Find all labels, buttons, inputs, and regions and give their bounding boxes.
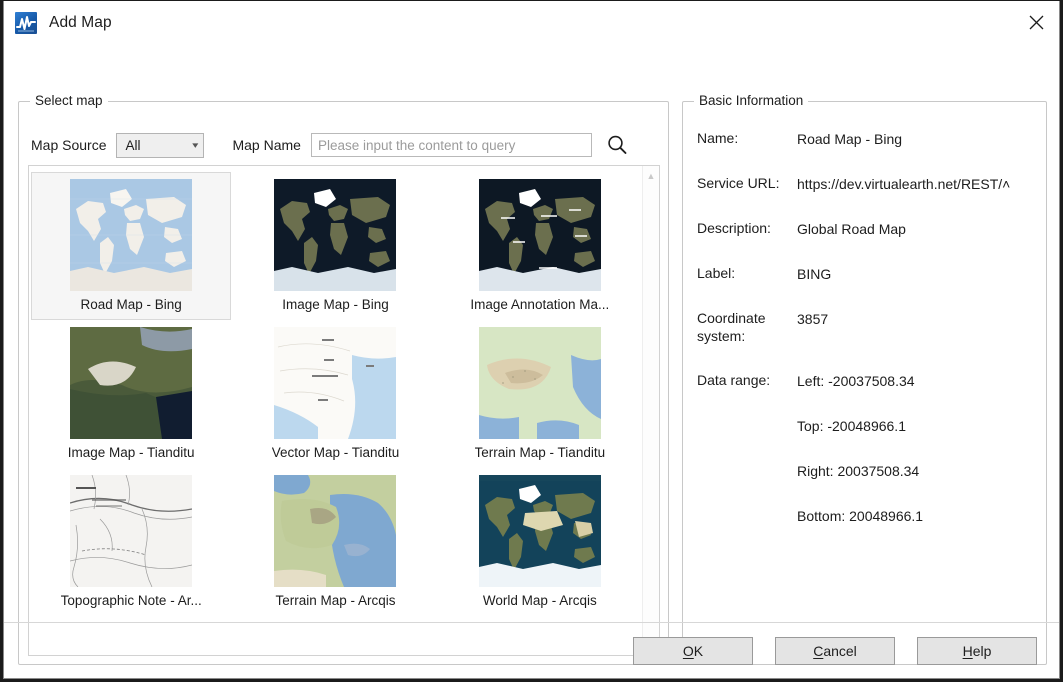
info-row-value: Bottom: 20048966.1 [797, 507, 924, 524]
map-item-label: Image Map - Bing [282, 297, 389, 312]
info-row: Description: Global Road Map [697, 220, 1040, 239]
basic-information-group-title: Basic Information [694, 93, 809, 108]
map-list: Road Map - Bing Image Map - Bing Image A… [28, 165, 660, 656]
map-item-label: World Map - Arcqis [482, 593, 597, 608]
map-item-label: Image Map - Tianditu [67, 445, 195, 460]
info-row: Right: 20037508.34 [697, 462, 1040, 481]
info-row: Name: Road Map - Bing [697, 130, 1040, 149]
basic-information-group: Basic Information Name: Road Map - Bing Se… [682, 93, 1047, 665]
ok-accel: O [682, 642, 694, 659]
waveform-app-icon [15, 12, 37, 34]
info-row-value: Right: 20037508.34 [797, 462, 920, 479]
map-thumbnail [478, 475, 601, 587]
map-thumbnail [70, 179, 193, 291]
map-thumbnail [274, 475, 397, 587]
map-item-label: Topographic Note - Ar... [60, 593, 202, 608]
map-item[interactable]: Road Map - Bing [31, 172, 232, 320]
map-list-scrollbar[interactable]: ▲ ▼ [642, 166, 659, 655]
map-item-label: Road Map - Bing [80, 297, 182, 312]
info-row-key: Description: [697, 220, 771, 236]
info-row: Service URL: https://dev.virtualearth.net… [697, 175, 1040, 194]
map-thumbnail [274, 327, 397, 439]
close-icon[interactable] [1013, 1, 1059, 44]
map-item[interactable]: Terrain Map - Arcqis [235, 468, 435, 616]
basic-information-list: Name: Road Map - Bing Service URL: https://… [683, 130, 1046, 552]
info-row: Label: BING [697, 265, 1040, 284]
scrollbar-track[interactable] [643, 183, 659, 638]
map-name-search-input[interactable] [310, 133, 592, 157]
map-item[interactable]: World Map - Arcqis [440, 468, 640, 616]
info-row: Data range: Left: -20037508.34 [697, 372, 1040, 391]
map-item[interactable]: Topographic Note - Ar... [31, 468, 231, 616]
map-source-select[interactable]: All ▾ [116, 132, 205, 158]
info-row-key: Coordinate system: [697, 310, 766, 344]
select-map-group-title: Select map [30, 93, 108, 108]
map-thumbnail-grid: Road Map - Bing Image Map - Bing Image A… [29, 166, 642, 655]
map-source-label: Map Source [31, 137, 107, 153]
title-bar: Add Map [4, 1, 1059, 45]
info-row: Coordinate system: 3857 [697, 310, 1040, 346]
info-row-value: BING [797, 266, 832, 282]
window-title: Add Map [49, 14, 112, 31]
info-row-key: Name: [697, 130, 739, 146]
map-item-label: Terrain Map - Arcqis [275, 593, 396, 608]
map-item[interactable]: Image Annotation Ma... [440, 172, 640, 320]
info-row-value: Global Road Map [797, 221, 906, 237]
info-row-key: Label: [697, 265, 736, 281]
map-item[interactable]: Image Map - Tianditu [31, 320, 231, 468]
map-thumbnail [70, 475, 193, 587]
info-row-key: Service URL: [697, 175, 780, 191]
ok-button[interactable]: OK [633, 636, 753, 665]
map-source-value: All [125, 137, 141, 153]
map-item-label: Vector Map - Tianditu [271, 445, 400, 460]
info-row-key: Data range: [697, 371, 771, 388]
info-row: Bottom: 20048966.1 [697, 507, 1040, 526]
add-map-dialog: Add Map Select map Map Source All ▾ Map … [3, 1, 1060, 679]
cancel-suffix: ancel [823, 642, 857, 659]
info-row-value: 3857 [797, 311, 829, 327]
map-thumbnail [70, 327, 193, 439]
help-button[interactable]: Help [917, 636, 1037, 665]
cancel-button[interactable]: Cancel [775, 636, 895, 665]
map-filter-row: Map Source All ▾ Map Name [19, 128, 668, 162]
map-thumbnail [274, 179, 397, 291]
ok-suffix: K [693, 642, 704, 659]
dialog-footer: OK Cancel Help [4, 622, 1059, 678]
select-map-group: Select map Map Source All ▾ Map Name Ple… [18, 93, 669, 665]
info-row-value: https://dev.virtualearth.net/REST/˄ [797, 176, 1011, 192]
search-icon[interactable] [604, 132, 630, 158]
map-item[interactable]: Image Map - Bing [235, 172, 435, 320]
map-thumbnail [478, 327, 601, 439]
chevron-down-icon: ▾ [192, 139, 199, 150]
map-item-label: Terrain Map - Tianditu [474, 445, 606, 460]
info-row-value: Top: -20048966.1 [797, 417, 906, 434]
map-item[interactable]: Vector Map - Tianditu [235, 320, 435, 468]
dialog-body: Select map Map Source All ▾ Map Name Ple… [4, 45, 1059, 678]
map-item-label: Image Annotation Ma... [470, 297, 610, 312]
map-name-label: Map Name [232, 137, 301, 153]
map-item[interactable]: Terrain Map - Tianditu [440, 320, 640, 468]
info-row-value: Road Map - Bing [797, 131, 903, 147]
help-suffix: elp [972, 642, 992, 659]
cancel-accel: C [813, 642, 824, 659]
info-row: Top: -20048966.1 [697, 417, 1040, 436]
map-thumbnail [478, 179, 601, 291]
help-accel: H [962, 642, 973, 659]
info-row-value: Left: -20037508.34 [797, 372, 915, 389]
chevron-up-icon[interactable]: ▲ [644, 169, 659, 183]
